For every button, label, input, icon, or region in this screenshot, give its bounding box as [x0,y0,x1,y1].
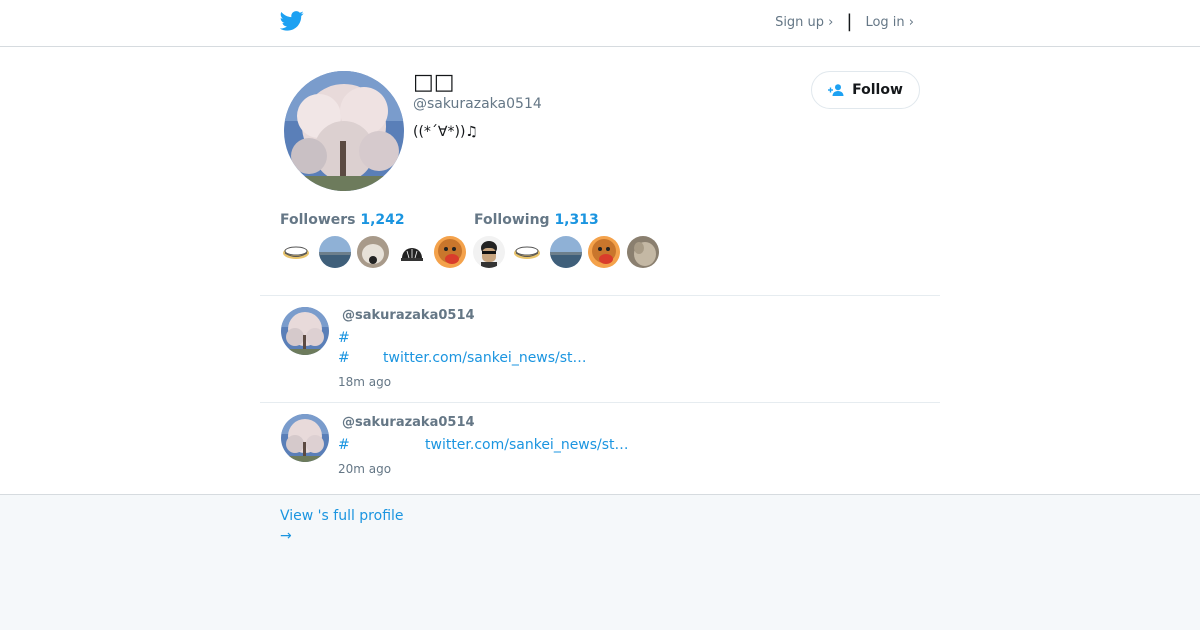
follower-avatar-row [280,236,665,268]
follower-avatar[interactable] [588,236,620,268]
follower-avatar[interactable] [472,236,505,268]
tweet-link[interactable]: twitter.com/sankei_news/st… [425,437,629,453]
follower-avatar[interactable] [626,236,659,268]
top-bar: Sign up › | Log in › [0,0,1200,47]
hashtag[interactable]: # [338,350,383,366]
add-user-icon [828,84,844,96]
tweet-timestamp[interactable]: 18m ago [338,375,391,389]
following-stat[interactable]: Following 1,313 [474,212,599,228]
cherry-blossom-image [284,71,404,191]
tweet-item[interactable]: @sakurazaka0514 # # twitter.com/sankei_ne… [260,296,940,403]
follower-avatar[interactable] [549,236,582,268]
following-count: 1,313 [554,212,599,228]
footer: View 's full profile → [0,494,1200,630]
tweet-username[interactable]: @sakurazaka0514 [342,415,475,430]
tweet-avatar[interactable] [281,307,329,355]
auth-nav: Sign up › | Log in › [775,11,914,32]
follower-avatar[interactable] [318,236,351,268]
tweet-avatar[interactable] [281,414,329,462]
twitter-bird-icon[interactable] [280,11,304,31]
arrow-right-icon: → [280,528,292,544]
follower-avatar[interactable] [357,236,389,268]
tweet-link[interactable]: twitter.com/sankei_news/st… [383,350,587,366]
follower-avatar[interactable] [511,236,543,268]
followers-label: Followers [280,212,356,228]
follow-button[interactable]: Follow [811,71,920,109]
tweet-username[interactable]: @sakurazaka0514 [342,308,475,323]
follower-avatar[interactable] [280,236,312,268]
followers-count: 1,242 [360,212,405,228]
display-name: □□ [413,70,455,95]
tweet-text-line: # [338,330,350,346]
followers-stat[interactable]: Followers 1,242 [280,212,405,228]
following-label: Following [474,212,550,228]
view-full-profile-label: View 's full profile [280,508,404,524]
profile-bio: ((*´∀*))♫ [413,124,478,140]
profile-card: □□ @sakurazaka0514 ((*´∀*))♫ Follow Foll… [260,47,940,296]
follower-avatar[interactable] [395,236,428,268]
login-link[interactable]: Log in › [865,15,914,30]
hashtag[interactable]: # [338,330,350,346]
hashtag[interactable]: # [338,437,425,453]
tweet-text-line: # twitter.com/sankei_news/st… [338,350,587,366]
tweet-timestamp[interactable]: 20m ago [338,462,391,476]
view-full-profile-link[interactable]: View 's full profile → [280,506,404,546]
follower-avatar[interactable] [434,236,466,268]
tweet-text-line: # twitter.com/sankei_news/st… [338,437,629,453]
tweet-item[interactable]: @sakurazaka0514 # twitter.com/sankei_news… [260,403,940,495]
nav-separator: | [846,11,853,32]
profile-avatar[interactable] [284,71,404,191]
signup-link[interactable]: Sign up › [775,15,833,30]
profile-handle: @sakurazaka0514 [413,96,542,112]
follow-button-label: Follow [852,82,903,98]
